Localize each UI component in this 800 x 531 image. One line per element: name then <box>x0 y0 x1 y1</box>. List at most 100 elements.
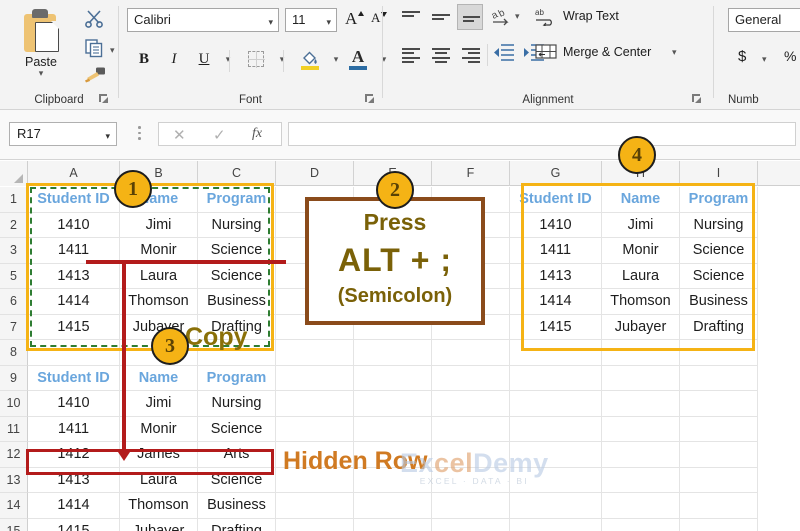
full-table-cell[interactable]: Thomson <box>120 493 198 519</box>
grid-cell-empty[interactable] <box>276 340 354 366</box>
grid-cell-empty[interactable] <box>276 391 354 417</box>
grid-cell-empty[interactable] <box>28 340 120 366</box>
column-header-F[interactable]: F <box>432 161 510 186</box>
row-header-15[interactable]: 15 <box>0 518 28 531</box>
decrease-font-size-button[interactable]: A <box>371 9 388 27</box>
borders-button[interactable] <box>243 46 269 72</box>
source-table-cell[interactable]: Business <box>198 289 276 315</box>
result-table-cell[interactable]: 1414 <box>510 289 602 315</box>
grid-cell-empty[interactable] <box>510 442 602 468</box>
borders-caret-icon[interactable]: ▾ <box>269 46 295 72</box>
result-table-cell[interactable]: Drafting <box>680 314 758 340</box>
source-table-cell[interactable]: Science <box>198 263 276 289</box>
font-name-input[interactable]: Calibri ▾ <box>127 8 279 32</box>
column-header-C[interactable]: C <box>198 161 276 186</box>
decrease-indent-button[interactable] <box>493 42 515 67</box>
source-table-cell[interactable]: 1415 <box>28 314 120 340</box>
source-table-cell[interactable]: 1414 <box>28 289 120 315</box>
number-format-input[interactable]: General <box>728 8 800 32</box>
full-table-header[interactable]: Program <box>198 365 276 391</box>
result-table-cell[interactable]: Science <box>680 263 758 289</box>
grid-cell-empty[interactable] <box>510 391 602 417</box>
bold-button[interactable]: B <box>131 46 157 72</box>
row-header-12[interactable]: 12 <box>0 442 28 468</box>
grid-cell-empty[interactable] <box>432 467 510 493</box>
result-table-cell[interactable]: 1415 <box>510 314 602 340</box>
grid-cell-empty[interactable] <box>354 391 432 417</box>
grid-cell-empty[interactable] <box>680 391 758 417</box>
align-middle-button[interactable] <box>427 6 453 30</box>
row-header-5[interactable]: 5 <box>0 263 28 289</box>
full-table-cell[interactable]: Jubayer <box>120 518 198 531</box>
full-table-cell[interactable]: Nursing <box>198 391 276 417</box>
grid-cell-empty[interactable] <box>680 493 758 519</box>
grid-cell-empty[interactable] <box>432 518 510 531</box>
copy-icon[interactable] <box>84 38 104 63</box>
full-table-header[interactable]: Student ID <box>28 365 120 391</box>
increase-font-size-button[interactable]: A <box>345 9 365 29</box>
grid-cell-empty[interactable] <box>510 493 602 519</box>
grid-cell-empty[interactable] <box>432 493 510 519</box>
source-table-cell[interactable]: 1413 <box>28 263 120 289</box>
align-left-button[interactable] <box>397 42 423 66</box>
row-header-7[interactable]: 7 <box>0 314 28 340</box>
grid-cell-empty[interactable] <box>602 518 680 531</box>
full-table-cell[interactable]: Laura <box>120 467 198 493</box>
source-table-cell[interactable]: 1410 <box>28 212 120 238</box>
name-box[interactable]: R17 ▾ <box>9 122 117 146</box>
grid-cell-empty[interactable] <box>680 365 758 391</box>
full-table-cell[interactable]: Science <box>198 467 276 493</box>
full-table-cell[interactable]: 1412 <box>28 442 120 468</box>
result-table-cell[interactable]: Nursing <box>680 212 758 238</box>
full-table-cell[interactable]: 1415 <box>28 518 120 531</box>
paste-dropdown-caret[interactable]: ▾ <box>8 69 74 78</box>
result-table-header[interactable]: Name <box>602 187 680 213</box>
full-table-cell[interactable]: 1411 <box>28 416 120 442</box>
source-table-header[interactable]: Student ID <box>28 187 120 213</box>
grid-cell-empty[interactable] <box>602 493 680 519</box>
grid-cell-empty[interactable] <box>510 518 602 531</box>
result-table-cell[interactable]: Jubayer <box>602 314 680 340</box>
grid-cell-empty[interactable] <box>432 416 510 442</box>
result-table-cell[interactable]: Jimi <box>602 212 680 238</box>
grid-cell-empty[interactable] <box>680 416 758 442</box>
grid-cell-empty[interactable] <box>354 493 432 519</box>
align-center-button[interactable] <box>427 42 453 66</box>
row-header-10[interactable]: 10 <box>0 391 28 417</box>
grid-cell-empty[interactable] <box>432 365 510 391</box>
result-table-cell[interactable]: Monir <box>602 238 680 264</box>
alignment-dialog-launcher[interactable] <box>691 93 703 105</box>
full-table-cell[interactable]: 1413 <box>28 467 120 493</box>
merge-center-button[interactable]: Merge & Center ▾ <box>535 42 677 67</box>
result-table-cell[interactable]: Thomson <box>602 289 680 315</box>
percent-format-button[interactable]: % <box>784 48 796 64</box>
grid-cell-empty[interactable] <box>510 416 602 442</box>
result-table-cell[interactable]: 1413 <box>510 263 602 289</box>
source-table-cell[interactable]: Laura <box>120 263 198 289</box>
fill-color-button[interactable] <box>297 46 323 72</box>
grid-cell-empty[interactable] <box>602 442 680 468</box>
result-table-cell[interactable]: Business <box>680 289 758 315</box>
orientation-caret-icon[interactable]: ▾ <box>515 11 520 22</box>
grid-cell-empty[interactable] <box>680 340 758 366</box>
accounting-caret-icon[interactable]: ▾ <box>762 54 767 65</box>
row-header-14[interactable]: 14 <box>0 493 28 519</box>
align-top-button[interactable] <box>397 6 423 30</box>
merge-center-caret-icon[interactable]: ▾ <box>672 47 677 58</box>
full-table-cell[interactable]: Monir <box>120 416 198 442</box>
column-header-G[interactable]: G <box>510 161 602 186</box>
result-table-cell[interactable]: 1410 <box>510 212 602 238</box>
name-box-caret-icon[interactable]: ▾ <box>105 131 110 142</box>
grid-cell-empty[interactable] <box>354 340 432 366</box>
full-table-header[interactable]: Name <box>120 365 198 391</box>
result-table-header[interactable]: Student ID <box>510 187 602 213</box>
font-size-caret-icon[interactable]: ▾ <box>326 17 331 28</box>
row-header-6[interactable]: 6 <box>0 289 28 315</box>
italic-button[interactable]: I <box>161 46 187 72</box>
result-table-cell[interactable]: 1411 <box>510 238 602 264</box>
full-table-cell[interactable]: 1414 <box>28 493 120 519</box>
grid-cell-empty[interactable] <box>276 493 354 519</box>
row-header-2[interactable]: 2 <box>0 212 28 238</box>
grid-cell-empty[interactable] <box>602 416 680 442</box>
grid-cell-empty[interactable] <box>276 518 354 531</box>
